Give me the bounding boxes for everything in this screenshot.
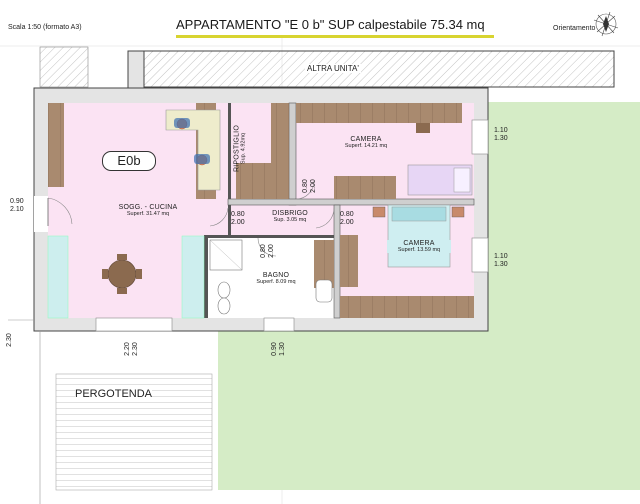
wall	[288, 102, 297, 206]
dim-height: 2.30	[6, 333, 13, 347]
wall	[204, 235, 208, 318]
window	[263, 317, 295, 332]
wall	[204, 235, 340, 238]
toilet	[217, 281, 231, 299]
dining-table	[107, 259, 137, 289]
dim-width: 0.80	[302, 179, 309, 193]
desk	[334, 176, 396, 199]
neighbor-label: ALTRA UNITA'	[305, 64, 361, 73]
room-name: DISBRIGO	[272, 210, 308, 217]
window	[471, 119, 489, 155]
dim-width: 0.80	[260, 244, 267, 258]
closet-door-dim: 0.80 2.00	[298, 178, 322, 194]
hall-door-dim: 0.80 2.00	[340, 211, 354, 227]
left-edge-dim: 2.30	[0, 333, 20, 347]
dim-width: 0.80	[340, 211, 354, 218]
kitchen-unit	[181, 235, 205, 319]
dim-height: 2.30	[132, 342, 139, 356]
kitchen-unit	[47, 235, 69, 319]
unit-badge: E0b	[102, 151, 156, 171]
pillow	[453, 167, 471, 193]
room-name: RIPOSTIGLIO	[233, 125, 241, 172]
bedroom2-wardrobe	[340, 296, 474, 318]
desk	[340, 235, 358, 287]
bath-door-dim: 0.80 2.00	[256, 243, 280, 259]
dim-width: 1.10	[494, 127, 508, 134]
dim-width: 0.80	[231, 211, 245, 218]
room-name: CAMERA	[403, 240, 435, 247]
closet-label: RIPOSTIGLIO Sup. 4.92mq	[210, 125, 270, 172]
dim-height: 1.30	[494, 135, 508, 142]
closet-shelf	[271, 103, 289, 199]
nightstand	[451, 206, 465, 218]
chair	[117, 254, 127, 260]
room-area: Sup. 4.92mq	[240, 132, 247, 165]
living-room-label: SOGG. - CUCINA Superf. 31.47 mq	[108, 204, 188, 217]
bath-window-dim: 0.90 1.30	[267, 341, 291, 357]
floor-plan	[0, 11, 640, 504]
dim-height: 2.10	[10, 206, 24, 213]
bed2-window-dim: 1.10 1.30	[494, 253, 508, 269]
dim-width: 0.90	[10, 198, 24, 205]
kitchen-cabinet	[48, 103, 64, 187]
bedroom2-label: CAMERA Superf. 13.59 mq	[387, 240, 451, 253]
entry-dim: 0.90 2.10	[10, 198, 24, 214]
chair	[102, 269, 108, 279]
person-icon	[194, 154, 210, 164]
window	[95, 317, 173, 332]
sink	[315, 279, 333, 303]
room-name: BAGNO	[262, 272, 290, 279]
living-door-dim: 0.80 2.00	[231, 211, 245, 227]
room-area: Superf. 14.21 mq	[344, 143, 388, 149]
shaft	[39, 46, 89, 88]
window	[471, 237, 489, 273]
dim-height: 1.30	[494, 261, 508, 268]
entry-door-gap	[34, 196, 48, 232]
dim-height: 2.00	[231, 219, 245, 226]
pergola-label: PERGOTENDA	[75, 388, 153, 400]
dim-width: 1.10	[494, 253, 508, 260]
dim-height: 2.00	[340, 219, 354, 226]
chair	[136, 269, 142, 279]
dim-height: 2.00	[310, 179, 317, 193]
bed1-window-dim: 1.10 1.30	[494, 127, 508, 143]
wall-post	[127, 50, 145, 92]
room-name: SOGG. - CUCINA	[118, 204, 178, 211]
dim-width: 0.90	[271, 342, 278, 356]
room-area: Superf. 8.09 mq	[256, 279, 296, 285]
chair	[416, 123, 430, 133]
compass-icon	[593, 11, 619, 37]
room-area: Superf. 13.59 mq	[397, 247, 441, 253]
neighbor-wall	[143, 50, 615, 88]
hall-label: DISBRIGO Sup. 3.05 mq	[262, 210, 318, 223]
wall	[227, 198, 475, 206]
bedroom1-label: CAMERA Superf. 14.21 mq	[336, 136, 396, 149]
living-window-dim: 2.20 2.30	[120, 341, 144, 357]
person-icon	[174, 118, 190, 128]
dim-width: 2.20	[124, 342, 131, 356]
bath-label: BAGNO Superf. 8.09 mq	[246, 272, 306, 285]
chair	[117, 288, 127, 294]
nightstand	[372, 206, 386, 218]
bidet	[217, 297, 231, 315]
room-name: CAMERA	[350, 136, 382, 143]
dim-height: 1.30	[279, 342, 286, 356]
room-area: Superf. 31.47 mq	[126, 211, 170, 217]
dim-height: 2.00	[268, 244, 275, 258]
room-area: Sup. 3.05 mq	[273, 217, 307, 223]
pillow	[391, 206, 447, 222]
bedroom1-wardrobe	[296, 103, 462, 123]
